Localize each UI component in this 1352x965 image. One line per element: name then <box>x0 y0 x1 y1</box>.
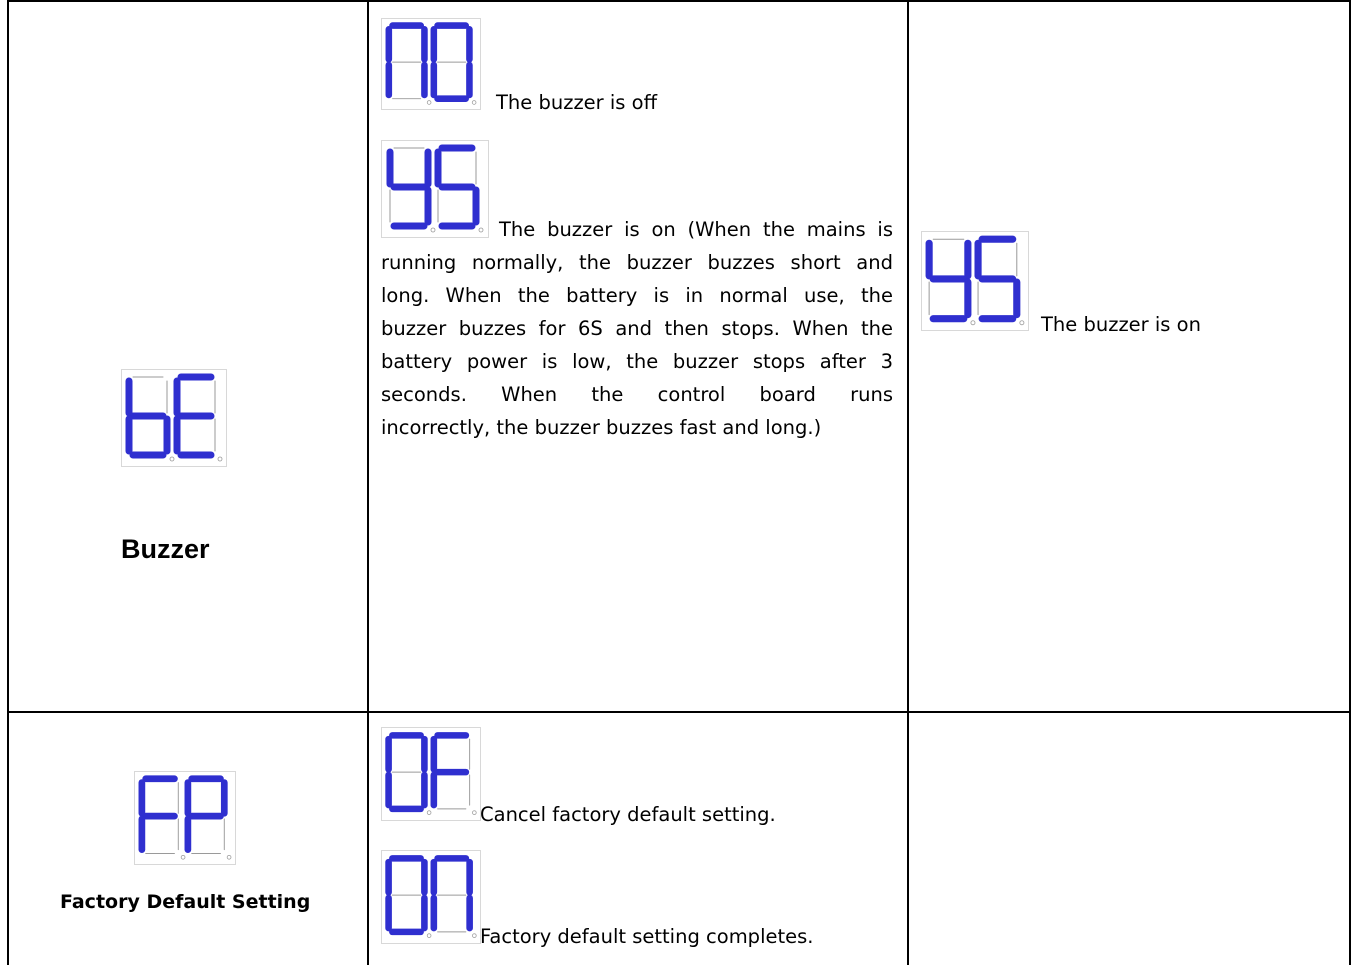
decimal-point <box>1019 320 1025 326</box>
decimal-point <box>217 456 223 462</box>
option-text-long: The buzzer is on (When the mains is runn… <box>381 213 893 444</box>
decimal-point <box>426 810 432 815</box>
option-text-line: incorrectly, the buzzer buzzes fast and … <box>381 416 822 439</box>
decimal-point <box>471 100 477 105</box>
option-text: Factory default setting completes. <box>480 925 814 948</box>
table-row: Buzzer The buzzer is off The buzzer is o… <box>7 0 1351 712</box>
setting-label: Buzzer <box>121 534 210 564</box>
decimal-point <box>426 100 432 105</box>
decimal-point <box>472 810 477 815</box>
lcd-display-default <box>921 231 1029 331</box>
lcd-display-option <box>381 850 481 944</box>
decimal-point <box>226 854 232 860</box>
option-text-line: The buzzer is on (When the mains is <box>499 218 893 241</box>
decimal-point <box>180 854 186 860</box>
decimal-point <box>426 933 432 938</box>
option-text-line: buzzer buzzes for 6S and then stops. Whe… <box>381 317 893 340</box>
lcd-display-setting-code <box>121 369 227 467</box>
lcd-display-option <box>381 727 481 821</box>
decimal-point <box>169 456 175 462</box>
lcd-display-setting-code <box>134 771 236 865</box>
lcd-display-option <box>381 18 481 110</box>
default-text: The buzzer is on <box>1041 313 1201 336</box>
decimal-point <box>970 320 976 326</box>
decimal-point <box>472 933 477 938</box>
option-text-line: running normally, the buzzer buzzes shor… <box>381 251 893 274</box>
setting-label: Factory Default Setting <box>60 891 311 913</box>
option-text-line: long. When the battery is in normal use,… <box>381 284 893 307</box>
settings-table: Buzzer The buzzer is off The buzzer is o… <box>7 0 1351 965</box>
option-text: The buzzer is off <box>496 91 658 114</box>
option-text-line: battery power is low, the buzzer stops a… <box>381 350 893 373</box>
table-row: Factory Default Setting Cancel factory d… <box>7 712 1351 965</box>
option-text: Cancel factory default setting. <box>480 803 776 826</box>
option-text-line: seconds. When the control board runs <box>381 383 893 406</box>
